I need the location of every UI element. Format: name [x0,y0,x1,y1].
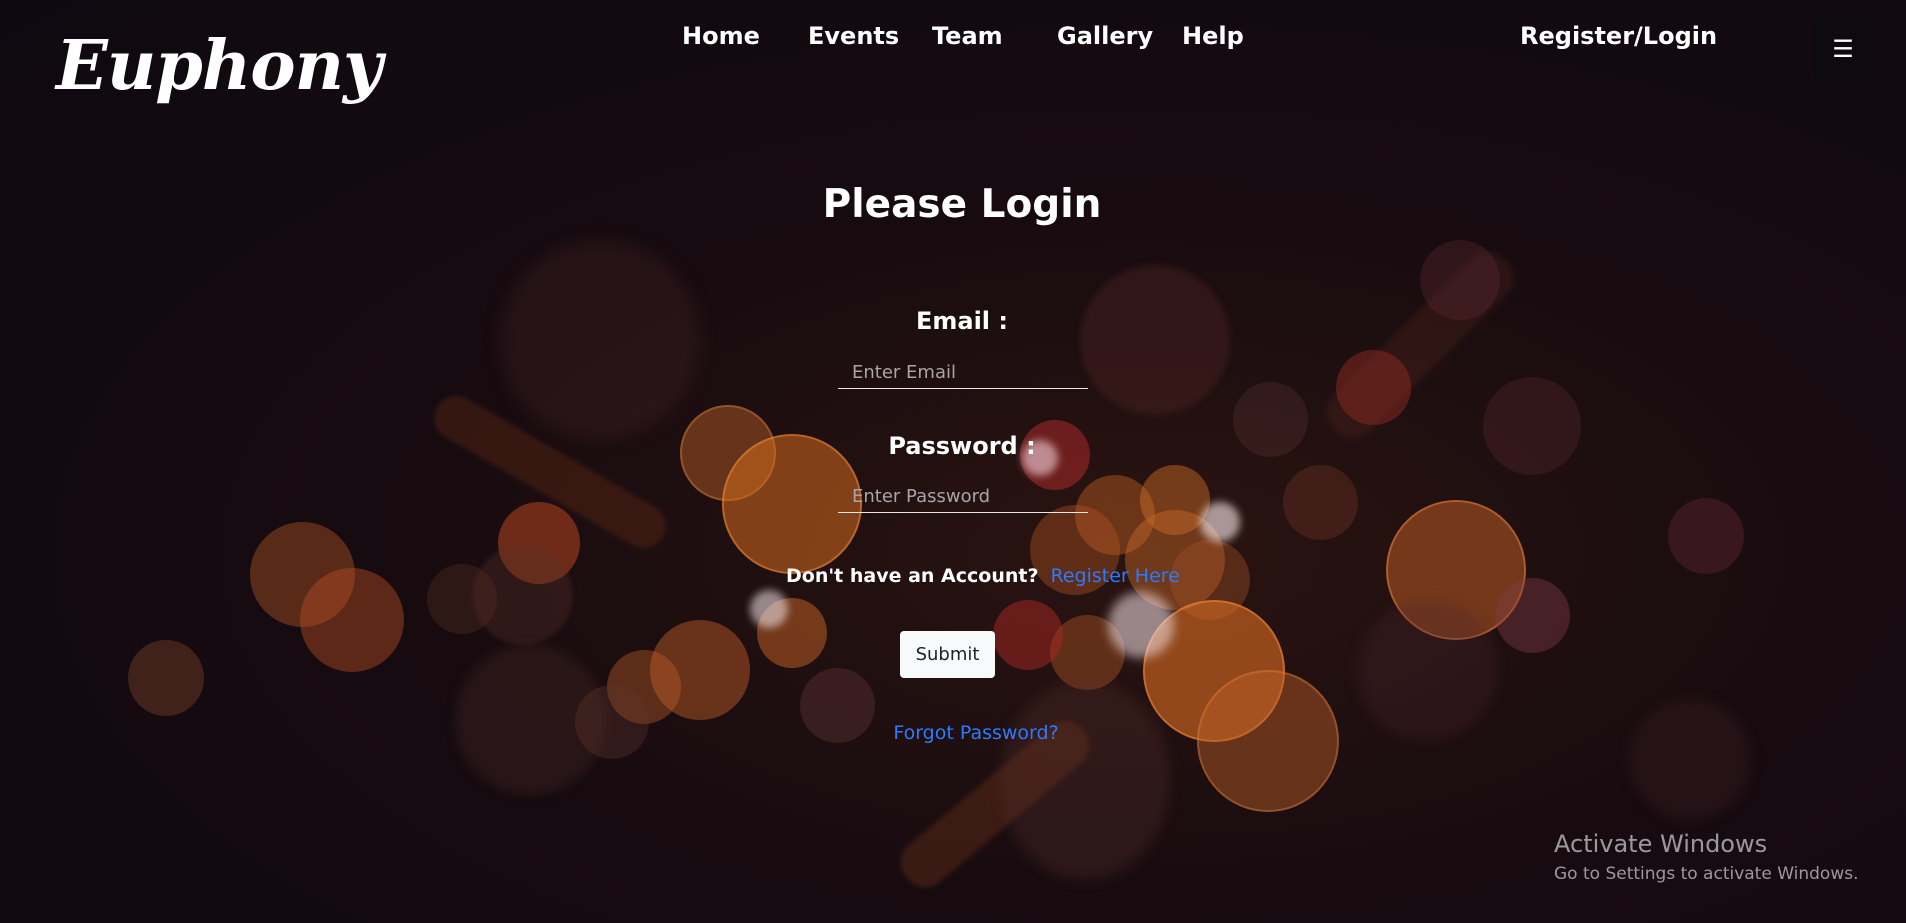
page-title: Please Login [822,182,1102,227]
password-input[interactable] [838,481,1088,513]
forgot-password-link[interactable]: Forgot Password? [0,722,1906,744]
register-prompt: Don't have an Account? Register Here [786,565,1180,587]
email-label: Email : [915,307,1008,335]
windows-activation-watermark: Activate Windows Go to Settings to activ… [1554,830,1859,884]
submit-button[interactable]: Submit [900,631,995,678]
register-here-link[interactable]: Register Here [1051,565,1180,587]
no-account-text: Don't have an Account? [786,565,1039,587]
watermark-title: Activate Windows [1554,830,1768,858]
email-input[interactable] [838,357,1088,389]
login-form: Please Login Email : Password : Don't ha… [0,0,1906,923]
password-label: Password : [888,432,1036,460]
watermark-subtitle: Go to Settings to activate Windows. [1554,864,1859,884]
